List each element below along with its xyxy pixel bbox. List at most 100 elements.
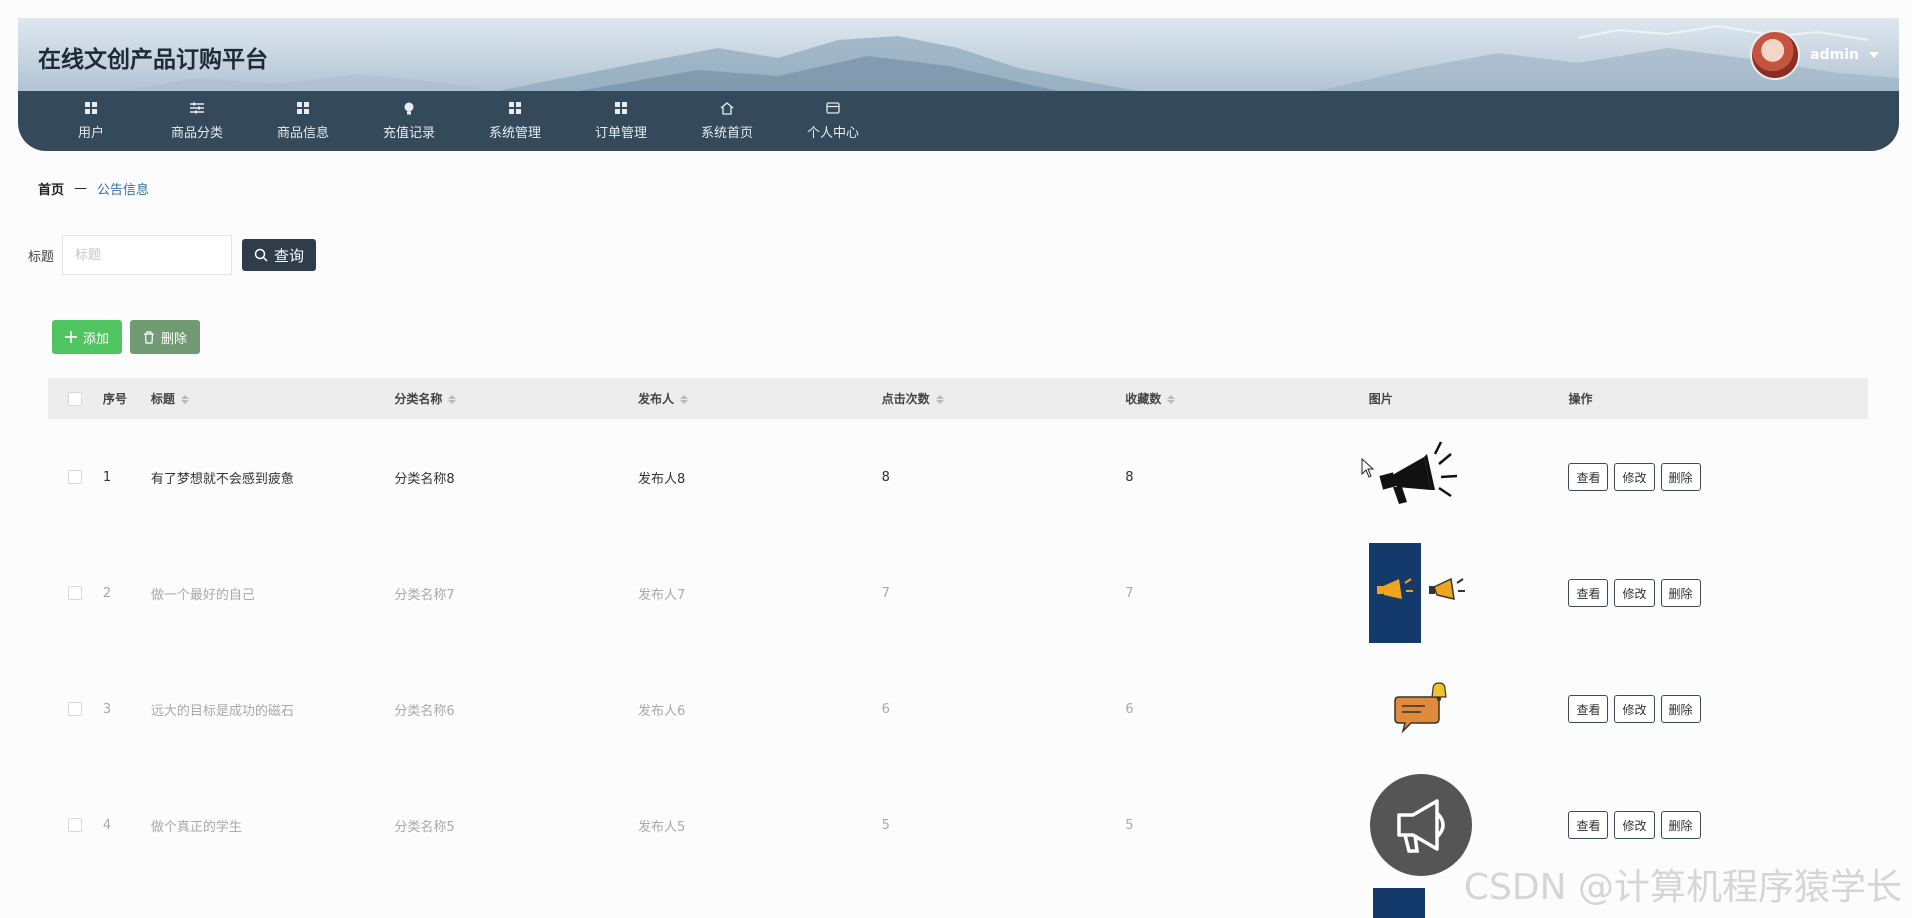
nav-label: 用户 xyxy=(77,126,104,141)
cell-title: 做个真正的学生 xyxy=(150,819,242,835)
header-category[interactable]: 分类名称 xyxy=(394,390,638,407)
nav-item-orders[interactable]: 订单管理 xyxy=(568,91,674,151)
nav-item-users[interactable]: 用户 xyxy=(38,91,144,151)
cell-category: 分类名称6 xyxy=(394,703,455,719)
table-row: 3 远大的目标是成功的磁石 分类名称6 发布人6 6 6 查看 修改 删除 xyxy=(48,651,1868,767)
query-button[interactable]: 查询 xyxy=(242,239,317,271)
sort-icon[interactable] xyxy=(680,395,689,404)
view-button[interactable]: 查看 xyxy=(1568,463,1609,491)
header-publisher[interactable]: 发布人 xyxy=(638,390,882,407)
header: 在线文创产品订购平台 admin 用户 商品分类 商品信息 充值记录 系统管理 … xyxy=(18,18,1899,151)
notice-table: 序号 标题 分类名称 发布人 点击次数 收藏数 图片 操作 1 有了梦想就不会感… xyxy=(48,378,1868,883)
cell-no: 1 xyxy=(102,469,112,485)
mountain-illustration xyxy=(118,24,1899,91)
cell-publisher: 发布人5 xyxy=(638,819,686,835)
grid-icon xyxy=(614,101,628,115)
sort-icon[interactable] xyxy=(448,395,457,404)
batch-delete-button[interactable]: 删除 xyxy=(130,320,200,354)
chevron-down-icon[interactable] xyxy=(1869,52,1879,58)
cell-no: 3 xyxy=(102,701,112,717)
nav-label: 个人中心 xyxy=(806,126,859,141)
megaphone-circle-icon xyxy=(1369,774,1472,876)
cell-clicks: 7 xyxy=(881,585,890,601)
cell-clicks: 8 xyxy=(881,469,890,485)
header-category-label: 分类名称 xyxy=(394,392,443,406)
batch-delete-label: 删除 xyxy=(160,331,187,347)
search-icon xyxy=(254,248,268,262)
add-button-label: 添加 xyxy=(82,331,109,347)
header-clicks[interactable]: 点击次数 xyxy=(882,390,1126,407)
delete-button[interactable]: 删除 xyxy=(1660,579,1701,607)
header-clicks-label: 点击次数 xyxy=(881,392,930,406)
cell-favorites: 6 xyxy=(1125,701,1134,717)
cell-image xyxy=(1368,543,1569,643)
nav-item-product-info[interactable]: 商品信息 xyxy=(250,91,356,151)
edit-button[interactable]: 修改 xyxy=(1614,463,1655,491)
query-button-label: 查询 xyxy=(274,246,305,265)
add-button[interactable]: 添加 xyxy=(52,320,122,354)
delete-button[interactable]: 删除 xyxy=(1660,811,1701,839)
row-checkbox[interactable] xyxy=(68,702,83,716)
nav-item-product-category[interactable]: 商品分类 xyxy=(144,91,250,151)
cell-category: 分类名称7 xyxy=(394,587,455,603)
watermark: CSDN @计算机程序猿学长 xyxy=(1463,867,1902,908)
table-header: 序号 标题 分类名称 发布人 点击次数 收藏数 图片 操作 xyxy=(48,378,1868,419)
cell-no: 4 xyxy=(102,817,112,833)
grid-icon xyxy=(296,101,310,115)
cell-title: 做一个最好的自己 xyxy=(150,587,255,603)
nav-item-profile[interactable]: 个人中心 xyxy=(780,91,886,151)
bulb-icon xyxy=(402,101,416,115)
cell-no: 2 xyxy=(102,585,112,601)
next-row-image-partial xyxy=(1373,888,1425,918)
view-button[interactable]: 查看 xyxy=(1568,811,1609,839)
header-favorites[interactable]: 收藏数 xyxy=(1125,390,1369,407)
row-checkbox[interactable] xyxy=(68,818,83,832)
nav-item-home[interactable]: 系统首页 xyxy=(674,91,780,151)
avatar[interactable] xyxy=(1750,30,1801,80)
cell-image xyxy=(1369,679,1569,739)
chat-bell-icon xyxy=(1394,682,1447,734)
cell-clicks: 5 xyxy=(881,817,890,833)
mouse-cursor-icon xyxy=(1361,458,1375,478)
search-label: 标题 xyxy=(28,249,55,265)
row-checkbox[interactable] xyxy=(68,586,83,600)
breadcrumb: 首页 — 公告信息 xyxy=(38,179,149,198)
header-title[interactable]: 标题 xyxy=(151,390,395,407)
action-bar: 添加 删除 xyxy=(52,320,200,354)
breadcrumb-home[interactable]: 首页 xyxy=(38,179,64,198)
nav-item-system[interactable]: 系统管理 xyxy=(462,91,568,151)
nav-item-recharge[interactable]: 充值记录 xyxy=(356,91,462,151)
sort-icon[interactable] xyxy=(935,395,944,404)
cell-title: 有了梦想就不会感到疲惫 xyxy=(150,471,294,487)
edit-button[interactable]: 修改 xyxy=(1614,695,1655,723)
user-menu[interactable]: admin xyxy=(1750,30,1879,80)
header-banner: 在线文创产品订购平台 admin xyxy=(18,18,1899,91)
sort-icon[interactable] xyxy=(180,395,189,404)
view-button[interactable]: 查看 xyxy=(1568,695,1609,723)
cell-publisher: 发布人8 xyxy=(638,471,686,487)
header-operation: 操作 xyxy=(1568,392,1593,406)
trash-icon xyxy=(143,330,154,344)
delete-button[interactable]: 删除 xyxy=(1660,463,1701,491)
cell-publisher: 发布人6 xyxy=(638,703,686,719)
search-bar: 标题 查询 xyxy=(28,235,317,275)
nav-label: 商品信息 xyxy=(276,126,329,141)
sort-icon[interactable] xyxy=(1167,395,1176,404)
table-row: 1 有了梦想就不会感到疲惫 分类名称8 发布人8 8 8 查看 修改 删除 xyxy=(48,419,1868,535)
nav-label: 系统首页 xyxy=(700,126,753,141)
view-button[interactable]: 查看 xyxy=(1568,579,1609,607)
delete-button[interactable]: 删除 xyxy=(1660,695,1701,723)
nav-label: 商品分类 xyxy=(170,126,223,141)
site-title: 在线文创产品订购平台 xyxy=(38,47,268,73)
header-title-label: 标题 xyxy=(150,392,175,406)
select-all-checkbox[interactable] xyxy=(68,391,83,406)
cell-image xyxy=(1369,432,1569,522)
megaphone-gold-icon xyxy=(1368,543,1465,643)
user-name[interactable]: admin xyxy=(1810,47,1859,63)
edit-button[interactable]: 修改 xyxy=(1614,579,1655,607)
nav-label: 充值记录 xyxy=(382,126,435,141)
search-input[interactable] xyxy=(62,235,233,275)
row-checkbox[interactable] xyxy=(68,470,83,484)
edit-button[interactable]: 修改 xyxy=(1614,811,1655,839)
cell-category: 分类名称8 xyxy=(394,471,455,487)
